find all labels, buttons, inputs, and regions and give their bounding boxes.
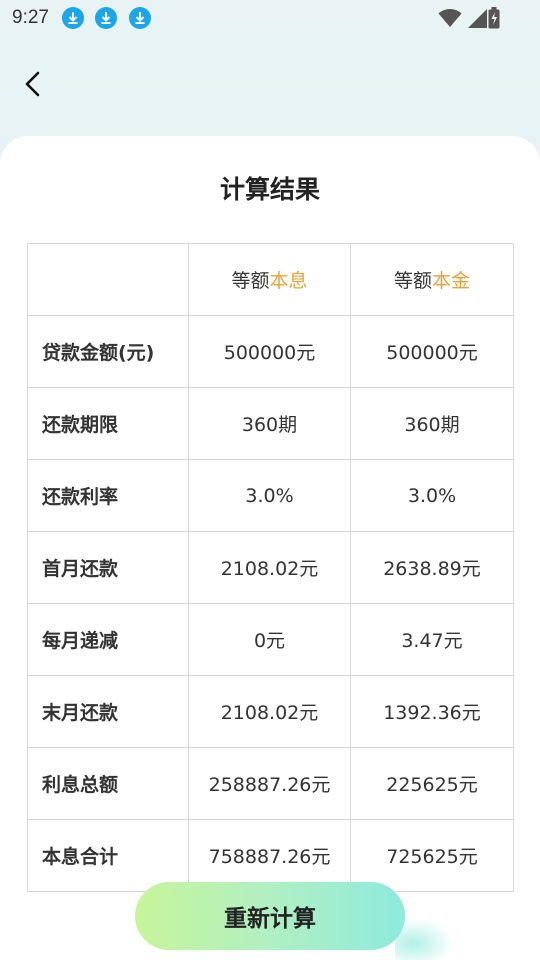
- cell-value: 500000元: [350, 315, 514, 388]
- recalculate-button[interactable]: 重新计算: [135, 882, 405, 950]
- row-label: 还款利率: [27, 459, 189, 532]
- cell-value: 360期: [350, 387, 514, 460]
- cell-value: 258887.26元: [188, 747, 351, 820]
- row-label: 还款期限: [27, 387, 189, 460]
- chevron-left-icon: [25, 71, 40, 97]
- cell-value: 360期: [188, 387, 351, 460]
- page-title: 计算结果: [219, 175, 320, 204]
- download-icon: [62, 7, 84, 29]
- cell-value: 725625元: [350, 819, 514, 892]
- row-label: 首月还款: [27, 531, 189, 604]
- cell-value: 500000元: [188, 315, 351, 388]
- status-time: 9:27: [12, 7, 49, 28]
- row-label: 每月递减: [27, 603, 189, 676]
- battery-charging-icon: [488, 7, 500, 33]
- table-row: 还款期限 360期 360期: [27, 387, 514, 460]
- table-row: 首月还款 2108.02元 2638.89元: [27, 531, 514, 604]
- table-row: 利息总额 258887.26元 225625元: [27, 747, 514, 820]
- button-glow-decoration: [395, 918, 455, 960]
- wifi-icon: [438, 8, 462, 32]
- status-bar: 9:27: [0, 0, 540, 36]
- cell-value: 3.47元: [350, 603, 514, 676]
- download-icon: [95, 7, 117, 29]
- table-header-row: 等额本息 等额本金: [27, 243, 514, 316]
- table-row: 贷款金额(元) 500000元 500000元: [27, 315, 514, 388]
- cell-value: 3.0%: [350, 459, 514, 532]
- cell-value: 2108.02元: [188, 675, 351, 748]
- column-header-highlight: 本金: [432, 270, 471, 292]
- column-header-equal-principal: 等额本金: [350, 243, 514, 316]
- cell-value: 1392.36元: [350, 675, 514, 748]
- table-row: 还款利率 3.0% 3.0%: [27, 459, 514, 532]
- cell-value: 2638.89元: [350, 531, 514, 604]
- cell-value: 3.0%: [188, 459, 351, 532]
- row-label: 末月还款: [27, 675, 189, 748]
- column-header-prefix: 等额: [231, 270, 270, 292]
- table-row: 本息合计 758887.26元 725625元: [27, 819, 514, 892]
- row-label: 利息总额: [27, 747, 189, 820]
- cell-value: 225625元: [350, 747, 514, 820]
- table-row: 每月递减 0元 3.47元: [27, 603, 514, 676]
- download-icon: [129, 7, 151, 29]
- cell-value: 0元: [188, 603, 351, 676]
- column-header-equal-installment: 等额本息: [188, 243, 351, 316]
- table-corner-cell: [27, 243, 189, 316]
- signal-icon: [468, 9, 488, 32]
- column-header-highlight: 本息: [269, 270, 308, 292]
- row-label: 贷款金额(元): [27, 315, 189, 388]
- result-table: 等额本息 等额本金 贷款金额(元) 500000元 500000元 还款期限 3…: [27, 243, 514, 892]
- table-row: 末月还款 2108.02元 1392.36元: [27, 675, 514, 748]
- row-label: 本息合计: [27, 819, 189, 892]
- cell-value: 758887.26元: [188, 819, 351, 892]
- column-header-prefix: 等额: [393, 270, 432, 292]
- cell-value: 2108.02元: [188, 531, 351, 604]
- back-button[interactable]: [18, 68, 50, 100]
